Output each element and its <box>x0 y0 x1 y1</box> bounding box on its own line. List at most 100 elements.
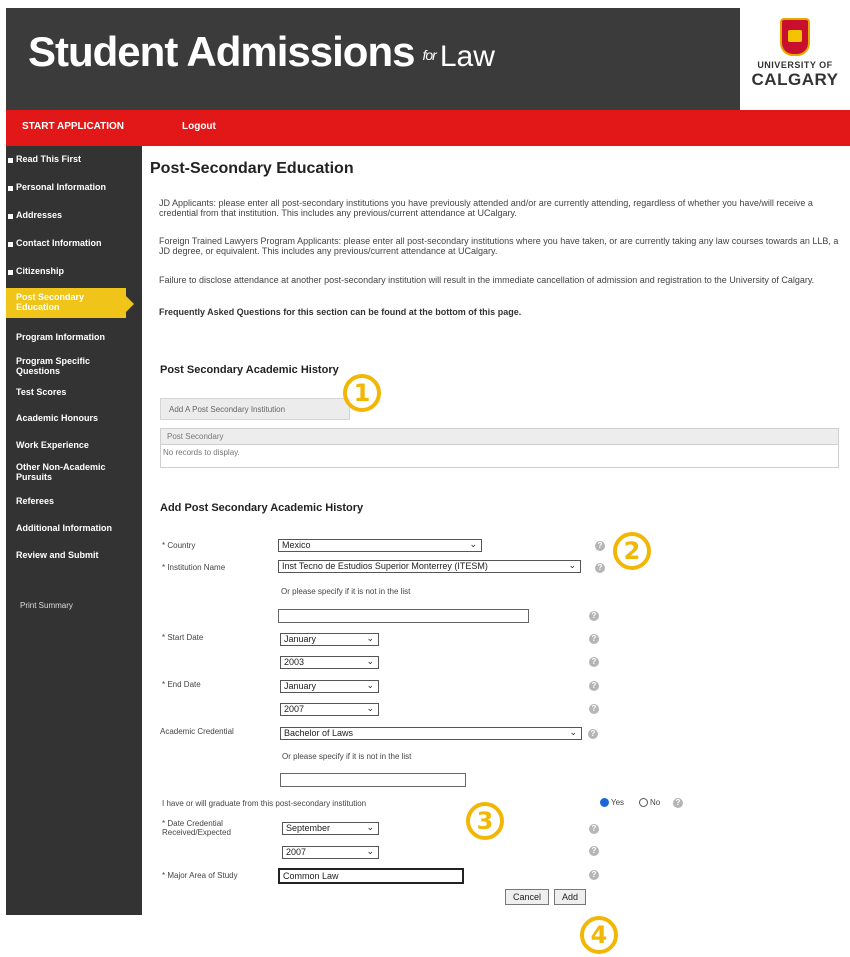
site-title-text: Student Admissions <box>28 28 415 75</box>
sidebar: Read This First Personal Information Add… <box>6 146 142 915</box>
chevron-down-icon: ⌄ <box>366 703 374 713</box>
help-icon[interactable]: ? <box>589 846 599 856</box>
start-year-value: 2003 <box>284 657 305 667</box>
help-icon[interactable]: ? <box>589 634 599 644</box>
institution-value: Inst Tecno de Estudios Superior Monterre… <box>282 561 488 571</box>
received-year-select[interactable]: 2007 ⌄ <box>282 846 379 859</box>
sidebar-item-post-secondary-education[interactable]: Post Secondary Education <box>6 288 134 318</box>
credential-select[interactable]: Bachelor of Laws ⌄ <box>280 727 582 740</box>
sidebar-item-review-and-submit[interactable]: Review and Submit <box>6 550 142 560</box>
site-title: Student Admissions for Law <box>28 28 495 76</box>
header: Student Admissions for Law UNIVERSITY OF C… <box>6 8 850 110</box>
help-icon[interactable]: ? <box>588 729 598 739</box>
sidebar-item-work-experience[interactable]: Work Experience <box>6 440 142 450</box>
callout-badge-1: 1 <box>343 374 381 412</box>
help-icon[interactable]: ? <box>595 563 605 573</box>
sidebar-item-label: Test Scores <box>16 387 67 397</box>
sidebar-item-label: Referees <box>16 496 55 506</box>
sidebar-item-test-scores[interactable]: Test Scores <box>6 387 142 397</box>
sidebar-item-label: Review and Submit <box>16 550 99 560</box>
help-icon[interactable]: ? <box>589 704 599 714</box>
sidebar-item-referees[interactable]: Referees <box>6 496 142 506</box>
add-button[interactable]: Add <box>554 889 586 905</box>
major-input[interactable]: Common Law <box>278 868 464 884</box>
sidebar-item-label: Additional Information <box>16 523 112 533</box>
help-icon[interactable]: ? <box>595 541 605 551</box>
logo-name-text: CALGARY <box>751 70 839 89</box>
sidebar-item-additional-information[interactable]: Additional Information <box>6 523 142 533</box>
callout-badge-4: 4 <box>580 916 618 954</box>
credential-specify-label: Or please specify if it is not in the li… <box>282 752 412 761</box>
university-logo[interactable]: UNIVERSITY OF CALGARY <box>740 8 850 110</box>
sidebar-item-read-this-first[interactable]: Read This First <box>6 154 142 164</box>
sidebar-item-label: Other Non-Academic Pursuits <box>16 462 106 482</box>
callout-badge-3: 3 <box>466 802 504 840</box>
institution-label: * Institution Name <box>162 563 226 572</box>
start-application-link[interactable]: START APPLICATION <box>22 121 124 132</box>
graduate-yes-radio[interactable]: Yes <box>600 798 625 808</box>
history-section-title: Post Secondary Academic History <box>160 364 339 376</box>
help-icon[interactable]: ? <box>589 657 599 667</box>
sidebar-item-label: Program Information <box>16 332 106 342</box>
help-icon[interactable]: ? <box>589 611 599 621</box>
sidebar-item-label: Post Secondary Education <box>16 292 85 312</box>
end-year-value: 2007 <box>284 704 305 714</box>
credential-specify-input[interactable] <box>280 773 466 787</box>
print-summary-link[interactable]: Print Summary <box>20 601 73 610</box>
sidebar-item-program-specific-questions[interactable]: Program Specific Questions <box>6 356 132 376</box>
cancel-button[interactable]: Cancel <box>505 889 549 905</box>
sidebar-item-label: Citizenship <box>16 266 65 276</box>
sidebar-item-academic-honours[interactable]: Academic Honours <box>6 413 142 423</box>
institution-specify-label: Or please specify if it is not in the li… <box>281 587 411 596</box>
add-institution-button[interactable]: Add A Post Secondary Institution <box>160 398 350 420</box>
start-month-select[interactable]: January ⌄ <box>280 633 379 646</box>
end-month-value: January <box>284 681 317 691</box>
history-table: Post Secondary No records to display. <box>160 428 839 468</box>
radio-selected-icon <box>600 798 609 808</box>
country-label: * Country <box>162 541 196 550</box>
chevron-down-icon: ⌄ <box>569 727 577 737</box>
end-year-select[interactable]: 2007 ⌄ <box>280 703 379 716</box>
sidebar-item-contact-information[interactable]: Contact Information <box>6 238 142 248</box>
intro-paragraph-disclosure: Failure to disclose attendance at anothe… <box>159 275 815 285</box>
yes-label: Yes <box>611 798 625 807</box>
history-table-header[interactable]: Post Secondary <box>161 429 838 445</box>
sidebar-item-addresses[interactable]: Addresses <box>6 210 142 220</box>
chevron-down-icon: ⌄ <box>366 822 374 832</box>
country-select[interactable]: Mexico ⌄ <box>278 539 482 552</box>
sidebar-item-label: Academic Honours <box>16 413 99 423</box>
start-date-label: * Start Date <box>162 633 204 642</box>
active-pointer-icon <box>126 296 134 312</box>
site-title-law: Law <box>439 40 495 73</box>
chevron-down-icon: ⌄ <box>469 539 477 549</box>
chevron-down-icon: ⌄ <box>366 680 374 690</box>
sidebar-item-personal-information[interactable]: Personal Information <box>6 182 142 192</box>
help-icon[interactable]: ? <box>673 798 683 808</box>
received-month-select[interactable]: September ⌄ <box>282 822 379 835</box>
graduate-no-radio[interactable]: No <box>639 798 660 808</box>
form-section-title: Add Post Secondary Academic History <box>160 502 364 514</box>
callout-badge-2: 2 <box>613 532 651 570</box>
sidebar-item-citizenship[interactable]: Citizenship <box>6 266 142 276</box>
start-year-select[interactable]: 2003 ⌄ <box>280 656 379 669</box>
start-month-value: January <box>284 634 317 644</box>
crest-icon <box>780 18 810 56</box>
institution-select[interactable]: Inst Tecno de Estudios Superior Monterre… <box>278 560 581 573</box>
sidebar-item-program-information[interactable]: Program Information <box>6 332 142 342</box>
site-title-for: for <box>422 46 436 63</box>
sidebar-item-other-non-academic-pursuits[interactable]: Other Non-Academic Pursuits <box>6 462 134 482</box>
help-icon[interactable]: ? <box>589 681 599 691</box>
intro-paragraph-jd: JD Applicants: please enter all post-sec… <box>159 198 813 218</box>
help-icon[interactable]: ? <box>589 870 599 880</box>
received-year-value: 2007 <box>286 847 307 857</box>
end-month-select[interactable]: January ⌄ <box>280 680 379 693</box>
sidebar-item-label: Work Experience <box>16 440 89 450</box>
help-icon[interactable]: ? <box>589 824 599 834</box>
institution-specify-input[interactable] <box>278 609 529 623</box>
logout-link[interactable]: Logout <box>182 121 216 132</box>
logo-top-text: UNIVERSITY OF <box>757 60 833 70</box>
end-date-label: * End Date <box>162 680 201 689</box>
credential-label: Academic Credential <box>160 727 234 736</box>
sidebar-item-label: Personal Information <box>16 182 107 192</box>
history-table-empty: No records to display. <box>163 448 240 457</box>
